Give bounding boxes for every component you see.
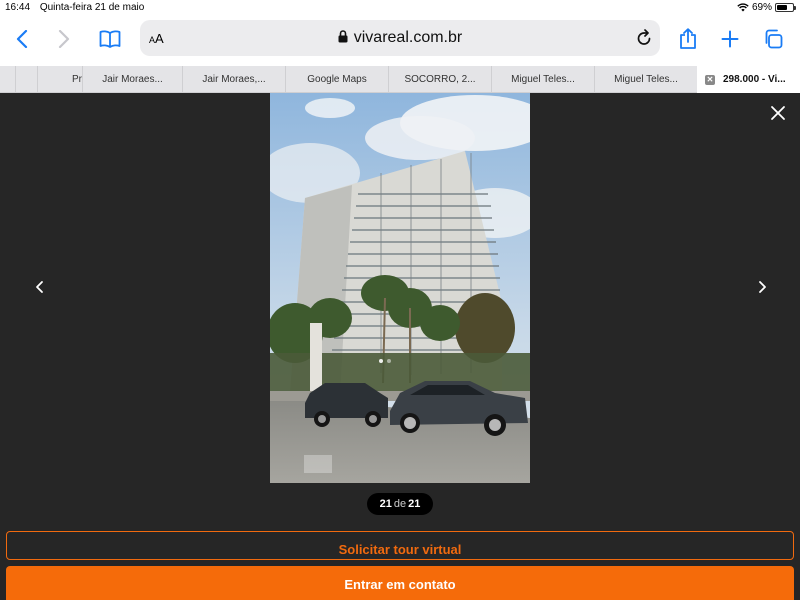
counter-current: 21	[379, 498, 392, 510]
tab-label: Pr	[72, 74, 82, 85]
tab-strip: Pr Jair Moraes... Jair Moraes,... Google…	[0, 66, 800, 93]
forward-button[interactable]	[49, 24, 79, 54]
tab-3[interactable]: Jair Moraes,...	[182, 66, 285, 93]
tab-label: Miguel Teles...	[511, 74, 575, 85]
chevron-right-icon[interactable]	[754, 279, 770, 295]
status-left: 16:44 Quinta-feira 21 de maio	[5, 2, 144, 13]
tab-label: SOCORRO, 2...	[404, 74, 476, 85]
watermark-logo	[304, 455, 332, 473]
tab-7[interactable]: Miguel Teles...	[594, 66, 697, 93]
tab-label: Miguel Teles...	[614, 74, 678, 85]
tabs-overview-button[interactable]	[758, 24, 788, 54]
contact-button[interactable]: Entrar em contato	[6, 566, 794, 600]
counter-separator: de	[393, 498, 407, 510]
url-text: vivareal.com.br	[353, 29, 463, 46]
close-tab-icon[interactable]: ✕	[705, 75, 715, 85]
reload-icon[interactable]	[636, 29, 652, 46]
building-photo	[270, 93, 530, 483]
battery-fill	[777, 5, 788, 10]
tab-2[interactable]: Jair Moraes...	[82, 66, 182, 93]
plus-icon	[721, 30, 739, 48]
status-date: Quinta-feira 21 de maio	[39, 2, 145, 13]
tab-5[interactable]: SOCORRO, 2...	[388, 66, 491, 93]
status-time: 16:44	[5, 2, 31, 13]
chevron-right-icon	[58, 30, 70, 48]
lock-icon	[338, 30, 348, 43]
photo-counter: 21 de 21	[367, 493, 433, 515]
request-virtual-tour-button[interactable]: Solicitar tour virtual	[6, 531, 794, 560]
chevron-left-icon[interactable]	[32, 279, 48, 295]
share-icon	[680, 28, 696, 49]
battery-icon	[775, 3, 796, 12]
tab-label: Google Maps	[307, 74, 367, 85]
share-button[interactable]	[673, 24, 703, 54]
chevron-left-icon	[16, 30, 28, 48]
address-bar[interactable]: AA vivareal.com.br	[140, 20, 660, 56]
tab-label: Jair Moraes...	[102, 74, 163, 85]
back-button[interactable]	[7, 24, 37, 54]
tab-active[interactable]: ✕ 298.000 - Vi...	[697, 66, 800, 93]
tab-1[interactable]: Pr	[37, 66, 82, 93]
url-display[interactable]: vivareal.com.br	[140, 29, 660, 47]
battery-percent: 69%	[751, 2, 772, 13]
browser-toolbar: AA vivareal.com.br	[0, 16, 800, 66]
tab-label: 298.000 - Vi...	[723, 74, 786, 85]
tabs-icon	[765, 29, 783, 49]
new-tab-button[interactable]	[715, 24, 745, 54]
wifi-icon	[737, 3, 749, 12]
tab-label: Jair Moraes,...	[202, 74, 266, 85]
tab-blank[interactable]	[15, 66, 37, 93]
status-bar: 16:44 Quinta-feira 21 de maio 69%	[0, 0, 800, 16]
property-photo[interactable]	[270, 93, 530, 483]
counter-total: 21	[408, 498, 421, 510]
tab-6[interactable]: Miguel Teles...	[491, 66, 594, 93]
status-right: 69%	[737, 2, 796, 13]
photo-viewer: 21 de 21 Solicitar tour virtual Entrar em …	[0, 93, 800, 600]
tab-4[interactable]: Google Maps	[285, 66, 388, 93]
book-icon	[99, 30, 121, 48]
bookmarks-button[interactable]	[95, 24, 125, 54]
close-icon[interactable]	[770, 105, 786, 121]
